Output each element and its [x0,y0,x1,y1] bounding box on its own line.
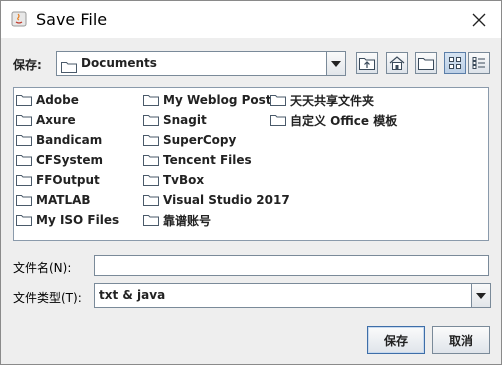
filetype-dropdown-button[interactable] [471,284,490,307]
folder-icon [143,154,159,166]
folder-icon [16,194,32,206]
folder-icon [270,114,286,126]
list-item-label: Tencent Files [163,153,252,167]
java-app-icon [11,11,27,27]
save-file-dialog: Save File 保存: Documents Adobe Axure Band… [0,0,502,365]
list-item[interactable]: 天天共享文件夹 [270,91,374,109]
home-button[interactable] [386,52,408,74]
filename-input[interactable] [94,255,489,276]
list-item[interactable]: My ISO Files [16,211,119,229]
list-item-label: 天天共享文件夹 [290,93,375,108]
close-button[interactable] [456,1,501,38]
folder-icon [16,94,32,106]
save-in-combo[interactable]: Documents [56,51,346,76]
folder-icon [16,174,32,186]
list-item[interactable]: Visual Studio 2017 [143,191,290,209]
list-item[interactable]: Snagit [143,111,207,129]
save-in-value: Documents [81,56,157,70]
list-item-label: TvBox [163,173,205,187]
folder-icon [143,94,159,106]
folder-icon [270,94,286,106]
list-item-label: Adobe [36,93,79,107]
folder-icon [143,214,159,226]
folder-icon [143,134,159,146]
close-icon [472,13,485,26]
list-item[interactable]: Bandicam [16,131,102,149]
list-item[interactable]: 靠谱账号 [143,211,211,229]
details-view-icon [472,57,485,69]
title-bar[interactable]: Save File [1,1,501,38]
folder-icon [16,154,32,166]
folder-icon [16,214,32,226]
filetype-combo[interactable]: txt & java [94,283,491,308]
list-item-label: Axure [36,113,76,127]
list-item[interactable]: My Weblog Posts [143,91,279,109]
details-view-button[interactable] [468,52,490,74]
filetype-value: txt & java [99,288,166,302]
list-item[interactable]: CFSystem [16,151,103,169]
filetype-label: 文件类型(T): [13,291,82,305]
folder-icon [16,114,32,126]
folder-icon [61,58,77,73]
list-item[interactable]: FFOutput [16,171,100,189]
chevron-down-icon [476,292,486,299]
save-in-dropdown-button[interactable] [326,52,345,75]
folder-icon [143,174,159,186]
list-view-button[interactable] [444,52,466,74]
window-title: Save File [36,10,108,29]
list-item-label: FFOutput [36,173,100,187]
list-item[interactable]: MATLAB [16,191,91,209]
cancel-button[interactable]: 取消 [432,326,490,354]
list-item-label: Snagit [163,113,207,127]
up-one-level-button[interactable] [356,52,378,74]
folder-icon [16,134,32,146]
list-item[interactable]: Tencent Files [143,151,252,169]
folder-icon [143,114,159,126]
list-item-label: My Weblog Posts [163,93,279,107]
new-folder-button[interactable] [415,52,437,74]
home-icon [389,56,405,70]
list-item[interactable]: TvBox [143,171,204,189]
file-list[interactable]: Adobe Axure Bandicam CFSystem FFOutput M… [13,87,489,241]
new-folder-icon [418,58,434,70]
list-item-label: SuperCopy [163,133,237,147]
save-button[interactable]: 保存 [367,326,425,354]
list-item[interactable]: Axure [16,111,76,129]
list-item-label: My ISO Files [36,213,120,227]
list-item-label: Bandicam [36,133,103,147]
save-in-label: 保存: [13,58,42,72]
list-item-label: MATLAB [36,193,91,207]
filename-label: 文件名(N): [13,261,72,275]
list-item[interactable]: 自定义 Office 模板 [270,111,397,129]
list-view-icon [449,57,461,69]
list-item-label: 自定义 Office 模板 [290,113,398,128]
chevron-down-icon [331,60,341,67]
list-item[interactable]: SuperCopy [143,131,236,149]
list-item[interactable]: Adobe [16,91,79,109]
folder-icon [143,194,159,206]
list-item-label: 靠谱账号 [163,213,212,228]
list-item-label: Visual Studio 2017 [163,193,290,207]
up-one-level-icon [359,58,375,70]
list-item-label: CFSystem [36,153,103,167]
